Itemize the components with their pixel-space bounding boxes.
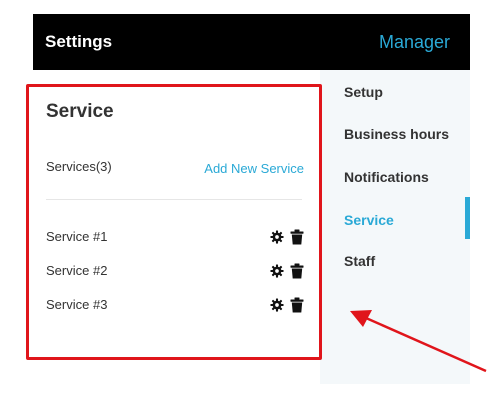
nav-item-business-hours[interactable]: Business hours — [344, 126, 449, 142]
service-name: Service #2 — [46, 263, 108, 278]
role-link[interactable]: Manager — [379, 32, 450, 53]
services-count-label: Services(3) — [46, 159, 112, 174]
nav-item-staff[interactable]: Staff — [344, 253, 375, 269]
add-new-service-link[interactable]: Add New Service — [204, 161, 304, 176]
nav-item-setup[interactable]: Setup — [344, 84, 383, 100]
active-nav-indicator — [465, 197, 470, 239]
nav-item-notifications[interactable]: Notifications — [344, 169, 429, 185]
top-header-bar: Settings Manager — [33, 14, 470, 70]
nav-item-service[interactable]: Service — [344, 212, 394, 228]
trash-icon[interactable] — [290, 297, 304, 313]
list-item: Service #3 — [46, 295, 304, 315]
gear-icon[interactable] — [270, 229, 284, 245]
service-name: Service #3 — [46, 297, 108, 312]
trash-icon[interactable] — [290, 229, 304, 245]
page-title: Settings — [45, 32, 113, 51]
divider — [46, 199, 302, 200]
trash-icon[interactable] — [290, 263, 304, 279]
settings-nav-panel — [320, 70, 470, 384]
gear-icon[interactable] — [270, 263, 284, 279]
service-panel: Service Services(3) Add New Service Serv… — [26, 84, 322, 360]
list-item: Service #1 — [46, 227, 304, 247]
list-item: Service #2 — [46, 261, 304, 281]
service-panel-title: Service — [46, 101, 114, 122]
service-name: Service #1 — [46, 229, 108, 244]
gear-icon[interactable] — [270, 297, 284, 313]
